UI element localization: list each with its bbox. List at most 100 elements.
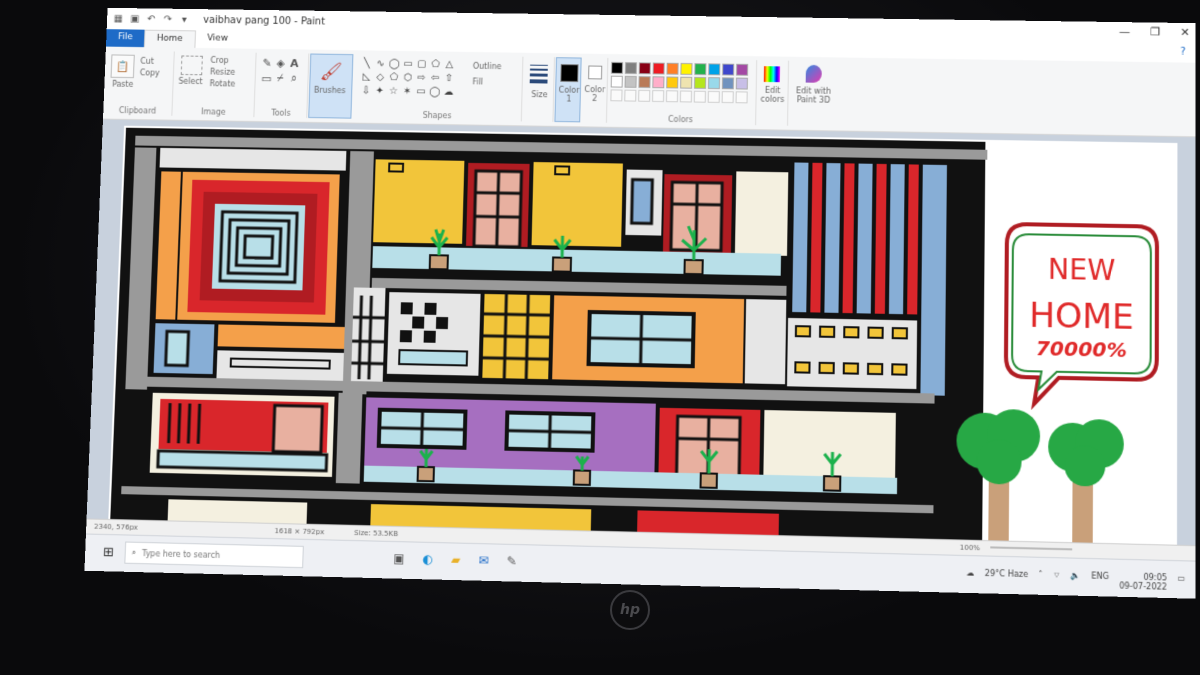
- palette-swatch[interactable]: [721, 77, 735, 90]
- outline-dropdown[interactable]: Outline: [473, 62, 502, 71]
- palette-swatch[interactable]: [624, 62, 637, 75]
- custom-color-slot[interactable]: [721, 91, 734, 104]
- close-button[interactable]: ✕: [1180, 26, 1189, 39]
- palette-swatch[interactable]: [708, 63, 721, 76]
- callout-rect-shape-icon[interactable]: ▭: [415, 86, 427, 98]
- pentagon-shape-icon[interactable]: ⬠: [388, 72, 400, 84]
- help-icon[interactable]: ?: [1180, 45, 1185, 63]
- brushes-button[interactable]: 🖌 Brushes: [308, 53, 354, 119]
- crop-button[interactable]: Crop: [210, 56, 229, 65]
- size-button[interactable]: Size: [522, 56, 556, 122]
- custom-color-slot[interactable]: [707, 90, 720, 103]
- color1-button[interactable]: Color 1: [554, 57, 582, 123]
- palette-swatch[interactable]: [638, 76, 651, 89]
- triangle-shape-icon[interactable]: △: [443, 59, 455, 71]
- right-triangle-shape-icon[interactable]: ◺: [360, 72, 372, 84]
- palette-swatch[interactable]: [666, 62, 679, 75]
- pencil-icon[interactable]: ✎: [261, 56, 273, 69]
- polygon-shape-icon[interactable]: ⬠: [429, 59, 441, 71]
- tab-file[interactable]: File: [105, 29, 145, 48]
- palette-swatch[interactable]: [680, 76, 693, 89]
- arrow-up-shape-icon[interactable]: ⇧: [443, 73, 455, 85]
- fill-bucket-icon[interactable]: ◈: [275, 56, 287, 69]
- arrow-left-shape-icon[interactable]: ⇦: [429, 73, 441, 85]
- custom-color-slot[interactable]: [610, 89, 623, 102]
- custom-color-slot[interactable]: [679, 90, 692, 103]
- palette-swatch[interactable]: [638, 62, 651, 75]
- rounded-rect-shape-icon[interactable]: ▢: [416, 59, 428, 71]
- line-shape-icon[interactable]: ╲: [361, 58, 373, 70]
- notifications-icon[interactable]: ▭: [1177, 574, 1185, 593]
- rectangle-shape-icon[interactable]: ▭: [402, 59, 414, 71]
- palette-swatch[interactable]: [707, 77, 721, 90]
- network-icon[interactable]: ⌔: [1053, 570, 1061, 589]
- oval-shape-icon[interactable]: ◯: [388, 59, 400, 71]
- text-tool-icon[interactable]: A: [288, 57, 300, 70]
- fill-dropdown[interactable]: Fill: [472, 77, 483, 86]
- edit-colors-button[interactable]: Edit colors: [757, 60, 790, 126]
- taskbar-search[interactable]: ⌕ Type here to search: [124, 541, 304, 569]
- callout-oval-shape-icon[interactable]: ◯: [429, 87, 441, 99]
- file-explorer-icon[interactable]: ▰: [451, 553, 461, 567]
- copy-button[interactable]: Copy: [140, 68, 160, 77]
- arrow-down-shape-icon[interactable]: ⇩: [360, 86, 372, 98]
- zoom-slider[interactable]: [990, 546, 1073, 551]
- clock[interactable]: 09:05 09-07-2022: [1119, 572, 1167, 592]
- palette-swatch[interactable]: [680, 62, 693, 75]
- volume-icon[interactable]: 🔈: [1071, 571, 1081, 590]
- canvas-area[interactable]: NEW HOME 70000%: [86, 119, 1196, 546]
- tab-home[interactable]: Home: [143, 29, 196, 48]
- custom-color-slot[interactable]: [652, 90, 665, 103]
- undo-icon[interactable]: ↶: [146, 14, 157, 25]
- palette-swatch[interactable]: [652, 62, 665, 75]
- edge-icon[interactable]: ◐: [422, 552, 433, 566]
- palette-swatch[interactable]: [624, 75, 637, 88]
- star6-shape-icon[interactable]: ✶: [401, 86, 413, 98]
- star5-shape-icon[interactable]: ☆: [387, 86, 399, 98]
- hexagon-shape-icon[interactable]: ⬡: [402, 72, 414, 84]
- tab-view[interactable]: View: [195, 30, 240, 48]
- dropdown-icon[interactable]: ▾: [179, 14, 190, 25]
- palette-swatch[interactable]: [652, 76, 665, 89]
- custom-color-slot[interactable]: [624, 89, 637, 102]
- star4-shape-icon[interactable]: ✦: [374, 86, 386, 98]
- save-icon[interactable]: ▣: [129, 13, 140, 24]
- mail-icon[interactable]: ✉: [478, 553, 488, 567]
- magnifier-icon[interactable]: ⌕: [288, 72, 300, 85]
- custom-color-slot[interactable]: [638, 89, 651, 102]
- palette-swatch[interactable]: [610, 75, 623, 88]
- palette-swatch[interactable]: [666, 76, 679, 89]
- redo-icon[interactable]: ↷: [162, 14, 173, 25]
- palette-swatch[interactable]: [736, 63, 749, 76]
- minimize-button[interactable]: —: [1119, 25, 1130, 38]
- edit-paint3d-button[interactable]: Edit with Paint 3D: [789, 61, 838, 127]
- resize-button[interactable]: Resize: [210, 68, 235, 77]
- rotate-button[interactable]: Rotate: [209, 79, 235, 88]
- tray-chevron-icon[interactable]: ˄: [1038, 570, 1042, 589]
- custom-color-slot[interactable]: [693, 90, 706, 103]
- curve-shape-icon[interactable]: ∿: [374, 58, 386, 70]
- color-picker-icon[interactable]: ⌿: [274, 72, 286, 85]
- palette-swatch[interactable]: [694, 63, 707, 76]
- palette-swatch[interactable]: [722, 63, 735, 76]
- weather-icon[interactable]: ☁: [966, 568, 974, 587]
- custom-color-slot[interactable]: [735, 91, 748, 104]
- eraser-icon[interactable]: ▭: [260, 72, 272, 85]
- paste-icon[interactable]: 📋: [110, 54, 135, 79]
- language-indicator[interactable]: ENG: [1091, 571, 1109, 590]
- maximize-button[interactable]: ❐: [1150, 25, 1160, 38]
- select-icon[interactable]: [180, 55, 203, 76]
- paste-button[interactable]: Paste: [112, 80, 133, 89]
- color-palette[interactable]: [610, 61, 749, 104]
- arrow-right-shape-icon[interactable]: ⇨: [415, 73, 427, 85]
- drawing-canvas[interactable]: NEW HOME 70000%: [108, 125, 1178, 545]
- paint-taskbar-icon[interactable]: ✎: [506, 554, 516, 568]
- palette-swatch[interactable]: [694, 76, 707, 89]
- palette-swatch[interactable]: [735, 77, 748, 90]
- shapes-gallery[interactable]: ╲ ∿ ◯ ▭ ▢ ⬠ △ ◺ ◇ ⬠ ⬡ ⇨ ⇦ ⇧ ⇩ ✦ ☆ ✶ ▭ ◯ ☁: [360, 58, 455, 99]
- color2-button[interactable]: Color 2: [582, 57, 609, 123]
- windows-start-icon[interactable]: ⊞: [103, 545, 114, 560]
- weather-text[interactable]: 29°C Haze: [985, 569, 1028, 589]
- diamond-shape-icon[interactable]: ◇: [374, 72, 386, 84]
- custom-color-slot[interactable]: [665, 90, 679, 103]
